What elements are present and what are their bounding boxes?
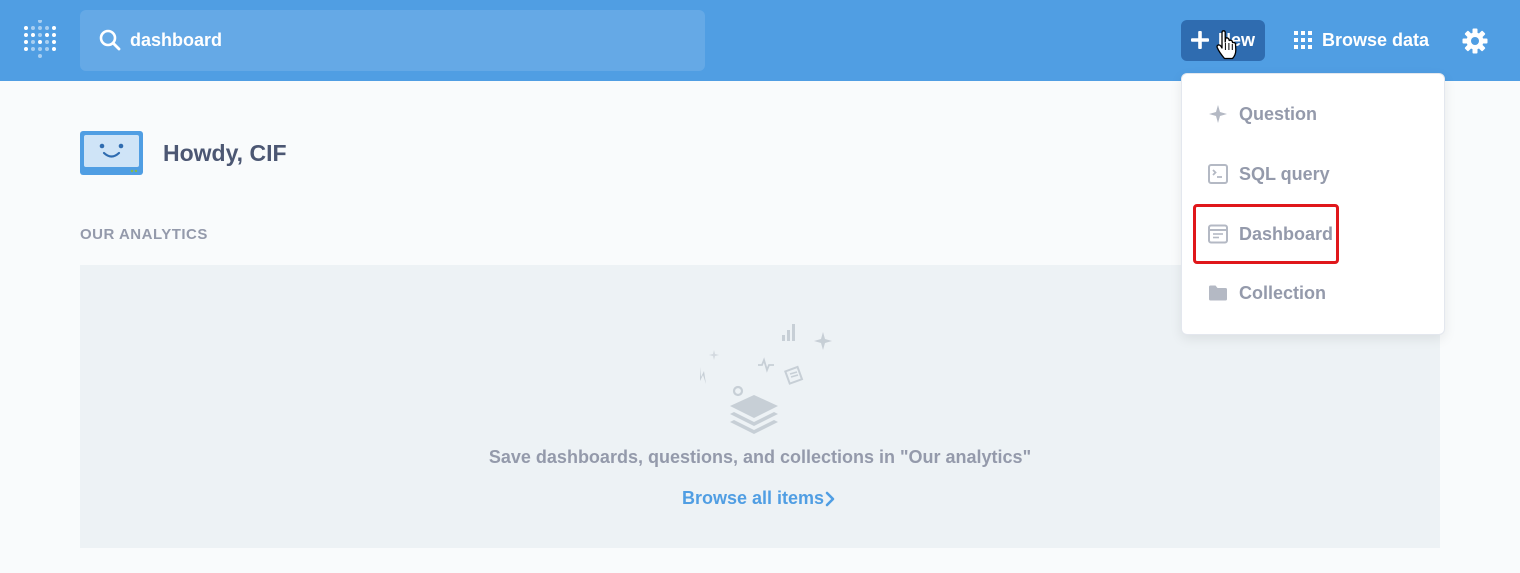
terminal-icon bbox=[1208, 164, 1228, 184]
hand-cursor-icon bbox=[1216, 30, 1237, 60]
section-heading-our-analytics: OUR ANALYTICS bbox=[80, 226, 208, 243]
menu-item-label: Collection bbox=[1239, 283, 1327, 303]
search-icon bbox=[99, 29, 121, 51]
menu-item-sql-query[interactable]: SQL query bbox=[1182, 146, 1444, 202]
greeting-bot-icon bbox=[80, 131, 143, 175]
greeting-text: Howdy, CIF bbox=[163, 140, 287, 166]
search-input[interactable]: dashboard bbox=[130, 29, 222, 51]
search-bar[interactable]: dashboard bbox=[80, 10, 705, 71]
browse-data-label: Browse data bbox=[1322, 30, 1430, 50]
empty-collection-illustration-icon bbox=[700, 324, 832, 434]
folder-icon bbox=[1209, 285, 1227, 301]
browse-data-button[interactable]: Browse data bbox=[1290, 20, 1430, 61]
grid-icon bbox=[1294, 31, 1312, 49]
dashboard-highlight-box bbox=[1193, 204, 1339, 264]
empty-state-message: Save dashboards, questions, and collecti… bbox=[488, 447, 1032, 467]
browse-all-items-link[interactable]: Browse all items bbox=[682, 487, 842, 511]
chevron-right-icon bbox=[825, 491, 835, 507]
plus-icon bbox=[1191, 31, 1209, 49]
gear-icon[interactable] bbox=[1462, 28, 1488, 54]
menu-item-question[interactable]: Question bbox=[1182, 86, 1444, 142]
top-navbar: dashboard New Browse data bbox=[0, 0, 1520, 81]
metabase-logo-icon[interactable] bbox=[22, 20, 58, 60]
menu-item-label: SQL query bbox=[1239, 164, 1330, 184]
browse-all-items-label: Browse all items bbox=[682, 488, 825, 508]
menu-item-collection[interactable]: Collection bbox=[1182, 265, 1444, 321]
menu-item-label: Question bbox=[1239, 104, 1318, 124]
sparkle-icon bbox=[1209, 105, 1227, 123]
